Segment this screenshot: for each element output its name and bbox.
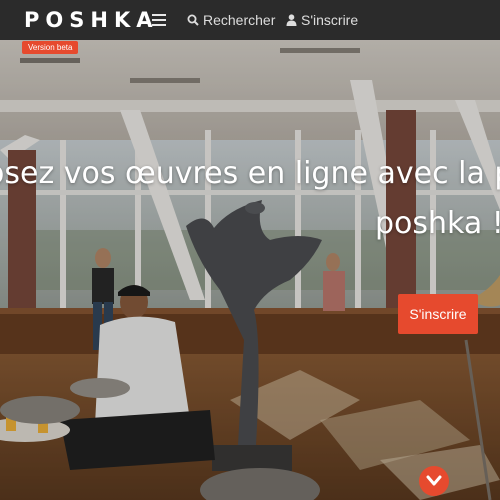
search-icon bbox=[187, 14, 199, 26]
search-link-label: Rechercher bbox=[203, 12, 276, 28]
hero-title: osez vos œuvres en ligne avec la p bbox=[0, 156, 500, 191]
poshka-logo[interactable]: POSHKA bbox=[24, 6, 158, 34]
beta-badge: Version beta bbox=[22, 41, 79, 54]
hero-section: osez vos œuvres en ligne avec la p poshk… bbox=[0, 40, 500, 500]
signup-cta-button[interactable]: S'inscrire bbox=[398, 294, 478, 334]
scroll-down-button[interactable] bbox=[419, 466, 449, 496]
hamburger-menu-icon[interactable] bbox=[152, 10, 166, 28]
navbar: POSHKA Rechercher S'inscrire bbox=[0, 0, 500, 40]
hero-background-image bbox=[0, 40, 500, 500]
chevron-down-icon bbox=[426, 475, 442, 486]
user-icon bbox=[286, 14, 297, 26]
signup-link-label: S'inscrire bbox=[301, 12, 359, 28]
signup-link[interactable]: S'inscrire bbox=[286, 11, 358, 29]
hero-title-line2: poshka ! bbox=[375, 206, 500, 241]
search-link[interactable]: Rechercher bbox=[187, 11, 275, 29]
